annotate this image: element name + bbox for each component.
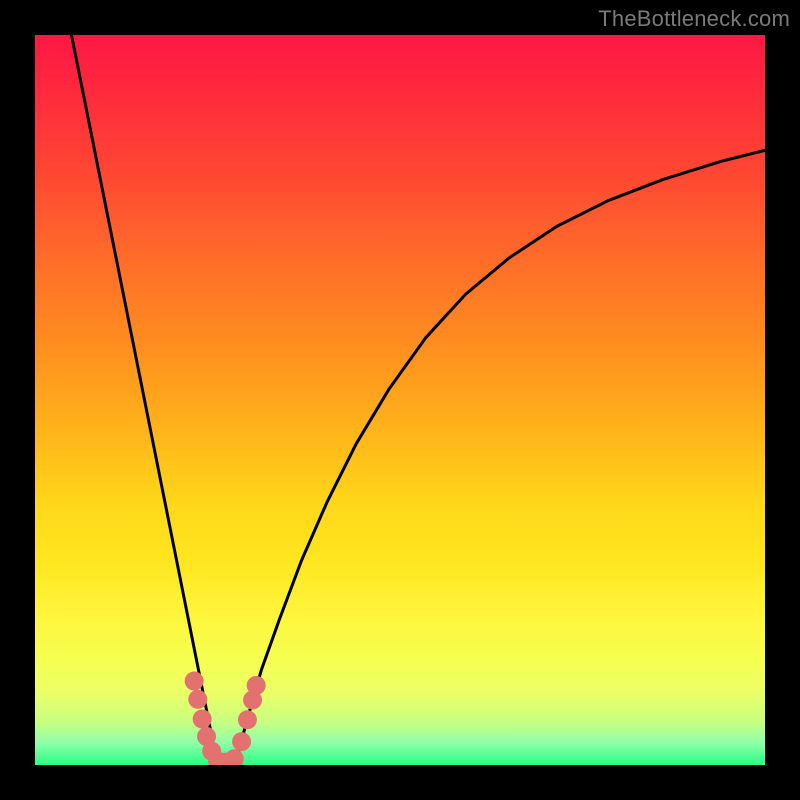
chart-frame: TheBottleneck.com — [0, 0, 800, 800]
data-marker — [185, 672, 204, 691]
data-marker — [188, 690, 207, 709]
curve-right — [236, 150, 765, 762]
plot-area — [35, 35, 765, 765]
marker-group — [185, 672, 266, 765]
curve-left — [72, 35, 217, 763]
data-marker — [225, 749, 244, 765]
data-marker — [232, 732, 251, 751]
chart-svg — [35, 35, 765, 765]
watermark-text: TheBottleneck.com — [598, 6, 790, 32]
curve-group — [72, 35, 766, 764]
data-marker — [247, 676, 266, 695]
data-marker — [193, 710, 212, 729]
data-marker — [238, 710, 257, 729]
